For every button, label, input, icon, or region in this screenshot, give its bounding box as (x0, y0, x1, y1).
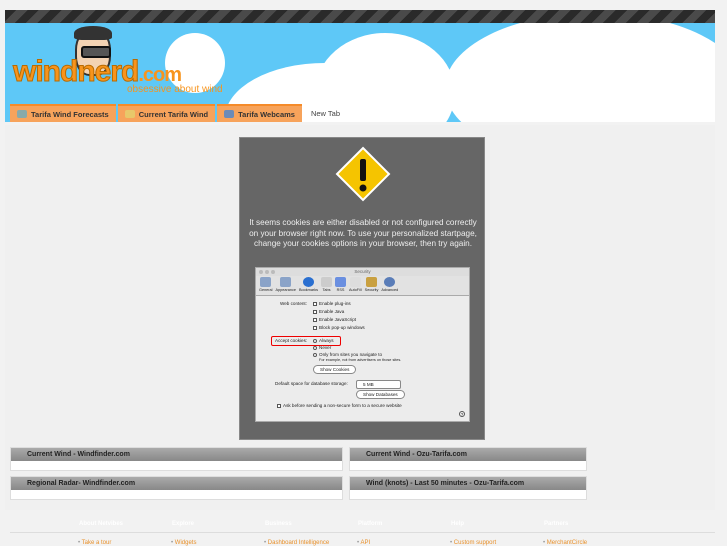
footer-heading: Partners (544, 521, 569, 527)
prefs-tabs: Tabs (321, 277, 332, 294)
footer-heading: Explore (172, 521, 195, 527)
prefs-general: General (259, 277, 273, 294)
footer-divider (10, 532, 715, 533)
tab-new[interactable]: New Tab (303, 104, 348, 122)
tab-forecasts[interactable]: Tarifa Wind Forecasts (10, 104, 116, 122)
opt-plugins: Enable plug-ins (313, 301, 351, 306)
webcam-icon (224, 110, 235, 118)
tab-label: New Tab (310, 108, 341, 118)
footer-link[interactable]: API (357, 540, 370, 546)
accept-cookies-label: Accept cookies: (275, 338, 308, 343)
db-storage-label: Default space for database storage: (275, 381, 348, 386)
header-stripe (5, 10, 715, 23)
sun-cloud-icon (124, 110, 135, 118)
opt-ask-before: Ask before sending a non-secure form to … (277, 403, 402, 408)
opt-popups: Block pop-up windows (313, 325, 365, 330)
warning-icon (335, 146, 391, 202)
show-cookies-button: Show Cookies (313, 365, 357, 374)
widget-title[interactable]: Current Wind - Windfinder.com (11, 448, 342, 461)
opt-never: Never (313, 345, 331, 350)
footer-link[interactable]: Take a tour (78, 540, 112, 546)
widget-title[interactable]: Current Wind - Ozu-Tarifa.com (350, 448, 586, 461)
prefs-security: Security (365, 277, 378, 294)
widget-current-wind-windfinder[interactable]: Current Wind - Windfinder.com (10, 447, 343, 471)
widget-wind-last-50[interactable]: Wind (knots) - Last 50 minutes - Ozu-Tar… (349, 476, 587, 500)
security-prefs-screenshot: Security General Appearance Bookmarks Ta… (255, 267, 470, 422)
help-icon: ? (459, 411, 465, 417)
warning-message: It seems cookies are either disabled or … (249, 218, 477, 248)
prefs-bookmarks: Bookmarks (299, 277, 318, 294)
logo-tld: .com (138, 64, 182, 86)
opt-always: Always (313, 338, 334, 343)
tagline: obsessive about wind (127, 84, 223, 95)
prefs-appearance: Appearance (276, 277, 296, 294)
footer-heading: About Netvibes (79, 521, 124, 527)
footer-link[interactable]: Dashboard Intelligence (264, 540, 329, 546)
opt-java: Enable Java (313, 309, 344, 314)
widget-regional-radar[interactable]: Regional Radar- Windfinder.com (10, 476, 343, 500)
tab-label: Current Tarifa Wind (138, 109, 209, 119)
footer-heading: Platform (358, 521, 383, 527)
prefs-autofill: AutoFill (349, 277, 362, 294)
widget-title[interactable]: Wind (knots) - Last 50 minutes - Ozu-Tar… (350, 477, 586, 490)
tab-label: Tarifa Wind Forecasts (31, 109, 109, 119)
prefs-toolbar: General Appearance Bookmarks Tabs RSS Au… (256, 276, 469, 296)
footer-link[interactable]: MerchantCircle (543, 540, 587, 546)
show-databases-button: Show Databases (356, 390, 405, 399)
footer-link[interactable]: Custom support (450, 540, 496, 546)
header-banner: windnerd.com obsessive about wind Tarifa… (5, 23, 715, 122)
web-content-label: Web content: (280, 301, 307, 306)
logo-text: windnerd (12, 55, 139, 89)
tab-label: Tarifa Webcams (238, 109, 295, 119)
prefs-title: Security (354, 269, 371, 274)
widget-current-wind-ozu[interactable]: Current Wind - Ozu-Tarifa.com (349, 447, 587, 471)
accept-note: For example, not from advertisers on tho… (319, 358, 402, 362)
prefs-rss: RSS (335, 277, 346, 294)
footer-heading: Business (265, 521, 292, 527)
tab-webcams[interactable]: Tarifa Webcams (217, 104, 302, 122)
opt-javascript: Enable JavaScript (313, 317, 356, 322)
wind-icon (17, 110, 27, 118)
widget-title[interactable]: Regional Radar- Windfinder.com (11, 477, 342, 490)
tab-bar: Tarifa Wind Forecasts Current Tarifa Win… (10, 104, 348, 122)
opt-only-from: Only from sites you navigate to (313, 352, 382, 357)
db-storage-select: 5 MB (356, 380, 401, 389)
prefs-advanced: Advanced (381, 277, 398, 294)
cookie-warning: It seems cookies are either disabled or … (239, 137, 485, 440)
tab-current-wind[interactable]: Current Tarifa Wind (117, 104, 216, 122)
footer-heading: Help (451, 521, 465, 527)
footer-link[interactable]: Widgets (171, 540, 197, 546)
